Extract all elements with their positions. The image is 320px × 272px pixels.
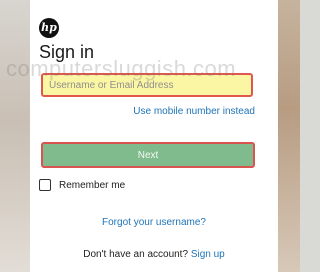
forgot-username-link[interactable]: Forgot your username? bbox=[30, 217, 278, 228]
no-account-text: Don't have an account? bbox=[83, 249, 189, 260]
hp-logo: hp bbox=[39, 18, 59, 38]
signup-link[interactable]: Sign up bbox=[191, 249, 225, 260]
remember-me[interactable]: Remember me bbox=[39, 179, 125, 191]
background-right bbox=[278, 0, 300, 272]
next-button[interactable]: Next bbox=[41, 142, 255, 168]
signup-prompt: Don't have an account? Sign up bbox=[30, 249, 278, 260]
page-title: Sign in bbox=[39, 42, 95, 62]
background-left bbox=[0, 0, 30, 272]
remember-me-label: Remember me bbox=[59, 179, 126, 191]
remember-me-checkbox[interactable] bbox=[39, 179, 51, 191]
use-mobile-link[interactable]: Use mobile number instead bbox=[133, 106, 255, 117]
signin-card: hp Sign in Use mobile number instead Nex… bbox=[30, 0, 278, 272]
email-field[interactable] bbox=[41, 73, 253, 97]
